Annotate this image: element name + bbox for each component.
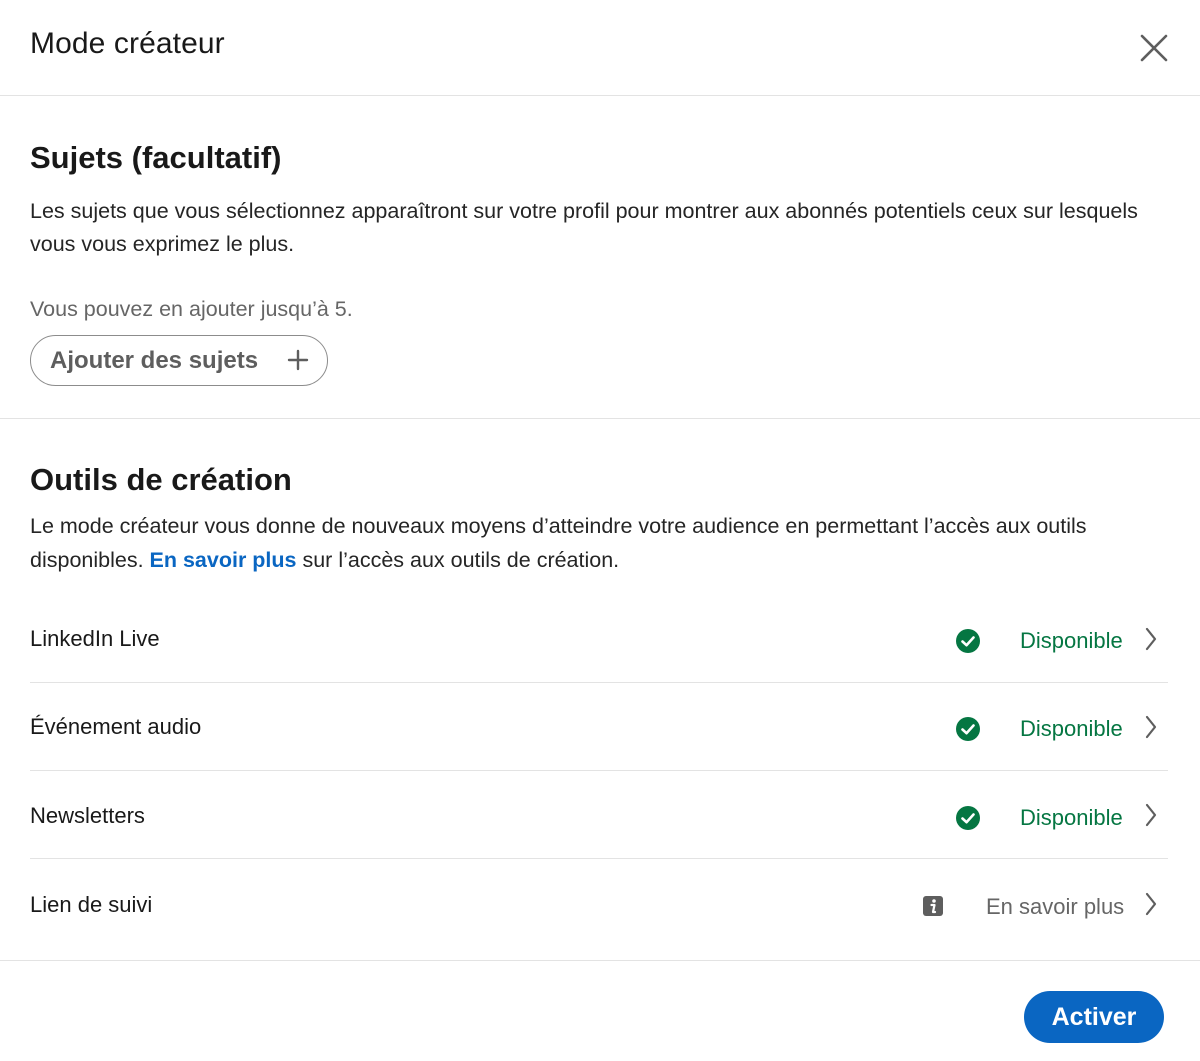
status-text: En savoir plus	[986, 894, 1125, 919]
tool-name: Lien de suivi	[30, 892, 153, 917]
status-text: Disponible	[1020, 805, 1123, 830]
tool-name: Newsletters	[30, 803, 145, 828]
topics-title: Sujets (facultatif)	[30, 140, 282, 175]
modal-header: Mode créateur	[0, 0, 1200, 96]
learn-more-link[interactable]: En savoir plus	[150, 548, 297, 572]
close-icon	[1140, 34, 1168, 62]
tools-description-suffix: sur l’accès aux outils de création.	[296, 548, 620, 572]
status-text: Disponible	[1020, 716, 1123, 741]
info-icon	[923, 896, 943, 916]
chevron-right-icon	[1145, 892, 1157, 916]
section-divider	[0, 418, 1200, 419]
check-circle-icon	[956, 717, 980, 741]
tools-title: Outils de création	[30, 462, 292, 497]
footer-divider	[0, 960, 1200, 961]
plus-icon	[287, 349, 309, 371]
close-button[interactable]	[1132, 26, 1176, 70]
modal-title: Mode créateur	[30, 27, 225, 60]
tool-row-newsletters[interactable]: Newsletters Disponible	[30, 771, 1168, 859]
chevron-right-icon	[1145, 627, 1157, 651]
chevron-right-icon	[1145, 803, 1157, 827]
tool-name: Événement audio	[30, 714, 202, 739]
status-text: Disponible	[1020, 628, 1123, 653]
tools-description: Le mode créateur vous donne de nouveaux …	[30, 509, 1170, 577]
topics-description: Les sujets que vous sélectionnez apparaî…	[30, 199, 1138, 256]
creator-mode-modal: Mode créateur Sujets (facultatif) Les su…	[0, 0, 1200, 1061]
tool-row-linkedin-live[interactable]: LinkedIn Live Disponible	[30, 595, 1168, 683]
activate-button[interactable]: Activer	[1024, 991, 1164, 1043]
tool-row-audio-event[interactable]: Événement audio Disponible	[30, 683, 1168, 771]
tool-name: LinkedIn Live	[30, 626, 160, 651]
check-circle-icon	[956, 806, 980, 830]
check-circle-icon	[956, 629, 980, 653]
chevron-right-icon	[1145, 715, 1157, 739]
add-topics-label: Ajouter des sujets	[50, 346, 259, 374]
tool-row-follow-link[interactable]: Lien de suivi En savoir plus	[30, 859, 1168, 947]
topics-hint: Vous pouvez en ajouter jusqu’à 5.	[30, 297, 353, 321]
add-topics-button[interactable]: Ajouter des sujets	[30, 335, 328, 386]
